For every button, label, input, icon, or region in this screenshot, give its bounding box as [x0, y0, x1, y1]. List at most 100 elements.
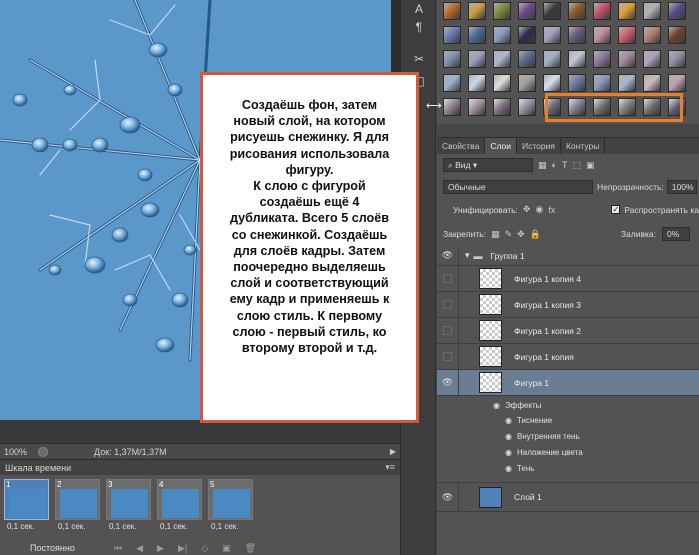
style-swatch[interactable]	[468, 98, 486, 116]
style-swatch[interactable]	[518, 2, 536, 20]
frame-delay[interactable]: 0,1 сек.	[160, 522, 188, 531]
style-swatch[interactable]	[443, 26, 461, 44]
smart-filter-icon[interactable]: ▣	[586, 160, 595, 171]
style-swatch[interactable]	[468, 26, 486, 44]
tab-layers[interactable]: Слои	[485, 138, 517, 154]
blend-mode-select[interactable]: Обычные	[443, 180, 593, 194]
style-swatch[interactable]	[618, 50, 636, 68]
play-icon[interactable]: ▶	[157, 543, 164, 554]
visibility-toggle[interactable]	[437, 266, 459, 291]
frame-delay[interactable]: 0,1 сек.	[58, 522, 86, 531]
fill-input[interactable]: 0%	[662, 227, 690, 241]
opacity-input[interactable]: 100%	[666, 180, 697, 194]
style-swatch[interactable]	[618, 74, 636, 92]
frame-delay[interactable]: 0,1 сек.	[109, 522, 137, 531]
layer-group[interactable]: 👁 ▾ ▬ Группа 1	[437, 246, 699, 266]
style-swatch[interactable]	[493, 98, 511, 116]
first-frame-icon[interactable]: ⏮	[114, 543, 122, 554]
style-swatch[interactable]	[493, 26, 511, 44]
unify-style-icon[interactable]: fx	[548, 205, 555, 215]
style-swatch[interactable]	[493, 2, 511, 20]
style-swatch[interactable]	[543, 50, 561, 68]
style-swatch[interactable]	[568, 2, 586, 20]
tab-paths[interactable]: Контуры	[561, 138, 606, 154]
style-swatch[interactable]	[468, 50, 486, 68]
style-swatch[interactable]	[493, 74, 511, 92]
eye-icon[interactable]: 👁	[437, 483, 459, 511]
style-swatch[interactable]	[468, 74, 486, 92]
animation-frame[interactable]: 5 0,1 сек.	[208, 479, 253, 531]
style-swatch[interactable]	[593, 50, 611, 68]
unify-position-icon[interactable]: ✥	[523, 204, 531, 215]
animation-frame[interactable]: 1 0,1 сек.	[4, 479, 49, 531]
eye-icon[interactable]: 👁	[437, 246, 459, 265]
style-swatch[interactable]	[643, 74, 661, 92]
style-swatch[interactable]	[543, 26, 561, 44]
style-swatch[interactable]	[668, 74, 686, 92]
style-swatch[interactable]	[593, 74, 611, 92]
zoom-level[interactable]: 100%	[4, 447, 32, 457]
adjust-filter-icon[interactable]: ◐	[552, 160, 557, 170]
style-swatch[interactable]	[643, 50, 661, 68]
eye-icon[interactable]: ◉	[505, 448, 512, 457]
style-swatch[interactable]	[468, 2, 486, 20]
unify-visibility-icon[interactable]: ◉	[535, 204, 543, 215]
layer-row[interactable]: 👁 Фигура 1	[437, 370, 699, 396]
layer-row[interactable]: Фигура 1 копия	[437, 344, 699, 370]
lock-pixels-icon[interactable]: ▦	[491, 229, 500, 240]
style-swatch[interactable]	[443, 50, 461, 68]
pixel-filter-icon[interactable]: ▦	[538, 160, 547, 171]
prev-frame-icon[interactable]: ◀	[136, 543, 143, 554]
visibility-toggle[interactable]	[437, 292, 459, 317]
style-swatch[interactable]	[568, 26, 586, 44]
visibility-toggle[interactable]	[437, 344, 459, 369]
style-swatch[interactable]	[518, 74, 536, 92]
style-swatch[interactable]	[543, 74, 561, 92]
tab-properties[interactable]: Свойства	[437, 138, 486, 154]
style-swatch[interactable]	[593, 2, 611, 20]
eye-icon[interactable]: 👁	[437, 370, 459, 395]
eye-icon[interactable]: ◉	[493, 401, 500, 410]
lock-paint-icon[interactable]: ✎	[505, 229, 513, 240]
eye-icon[interactable]: ◉	[505, 416, 512, 425]
style-swatch[interactable]	[568, 50, 586, 68]
style-swatch[interactable]	[518, 26, 536, 44]
layer-row[interactable]: 👁 Слой 1	[437, 482, 699, 512]
effect-item[interactable]: ◉ Наложение цвета	[437, 444, 699, 460]
animation-frame[interactable]: 2 0,1 сек.	[55, 479, 100, 531]
style-swatch[interactable]	[568, 74, 586, 92]
eye-icon[interactable]: ◉	[505, 432, 512, 441]
type-filter-icon[interactable]: T	[562, 160, 568, 170]
effect-item[interactable]: ◉ Тиснение	[437, 412, 699, 428]
style-swatch[interactable]	[618, 2, 636, 20]
style-swatch[interactable]	[618, 26, 636, 44]
style-swatch[interactable]	[443, 2, 461, 20]
style-swatch[interactable]	[493, 50, 511, 68]
style-swatch[interactable]	[643, 2, 661, 20]
effects-header[interactable]: ◉ Эффекты	[437, 397, 699, 413]
style-swatch[interactable]	[593, 26, 611, 44]
panel-menu-icon[interactable]: ▾≡	[385, 462, 395, 473]
resize-arrow-icon[interactable]: ⟷	[426, 99, 442, 112]
layer-row[interactable]: Фигура 1 копия 3	[437, 292, 699, 318]
animation-frame[interactable]: 3 0,1 сек.	[106, 479, 151, 531]
lock-all-icon[interactable]: 🔒	[530, 229, 541, 240]
propagate-frame-checkbox[interactable]: ✓	[611, 205, 621, 214]
effect-item[interactable]: ◉ Тень	[437, 460, 699, 476]
frame-delay[interactable]: 0,1 сек.	[7, 522, 35, 531]
style-swatch[interactable]	[518, 98, 536, 116]
lock-move-icon[interactable]: ✥	[517, 229, 525, 240]
info-icon[interactable]	[38, 446, 48, 457]
style-swatch[interactable]	[668, 2, 686, 20]
paragraph-icon[interactable]: ¶	[412, 20, 426, 34]
timeline-title[interactable]: Шкала времени	[5, 463, 71, 473]
eye-icon[interactable]: ◉	[505, 464, 512, 473]
frame-delay[interactable]: 0,1 сек.	[211, 522, 239, 531]
style-swatch[interactable]	[643, 26, 661, 44]
tween-icon[interactable]: ◇	[201, 543, 208, 554]
filter-kind-select[interactable]: ⌕ Вид ▾	[443, 158, 533, 172]
new-frame-icon[interactable]: ▣	[222, 543, 231, 554]
delete-frame-icon[interactable]: 🗑	[245, 543, 256, 554]
group-expand-icon[interactable]: ▾	[465, 250, 470, 261]
character-icon[interactable]: A	[412, 2, 426, 16]
